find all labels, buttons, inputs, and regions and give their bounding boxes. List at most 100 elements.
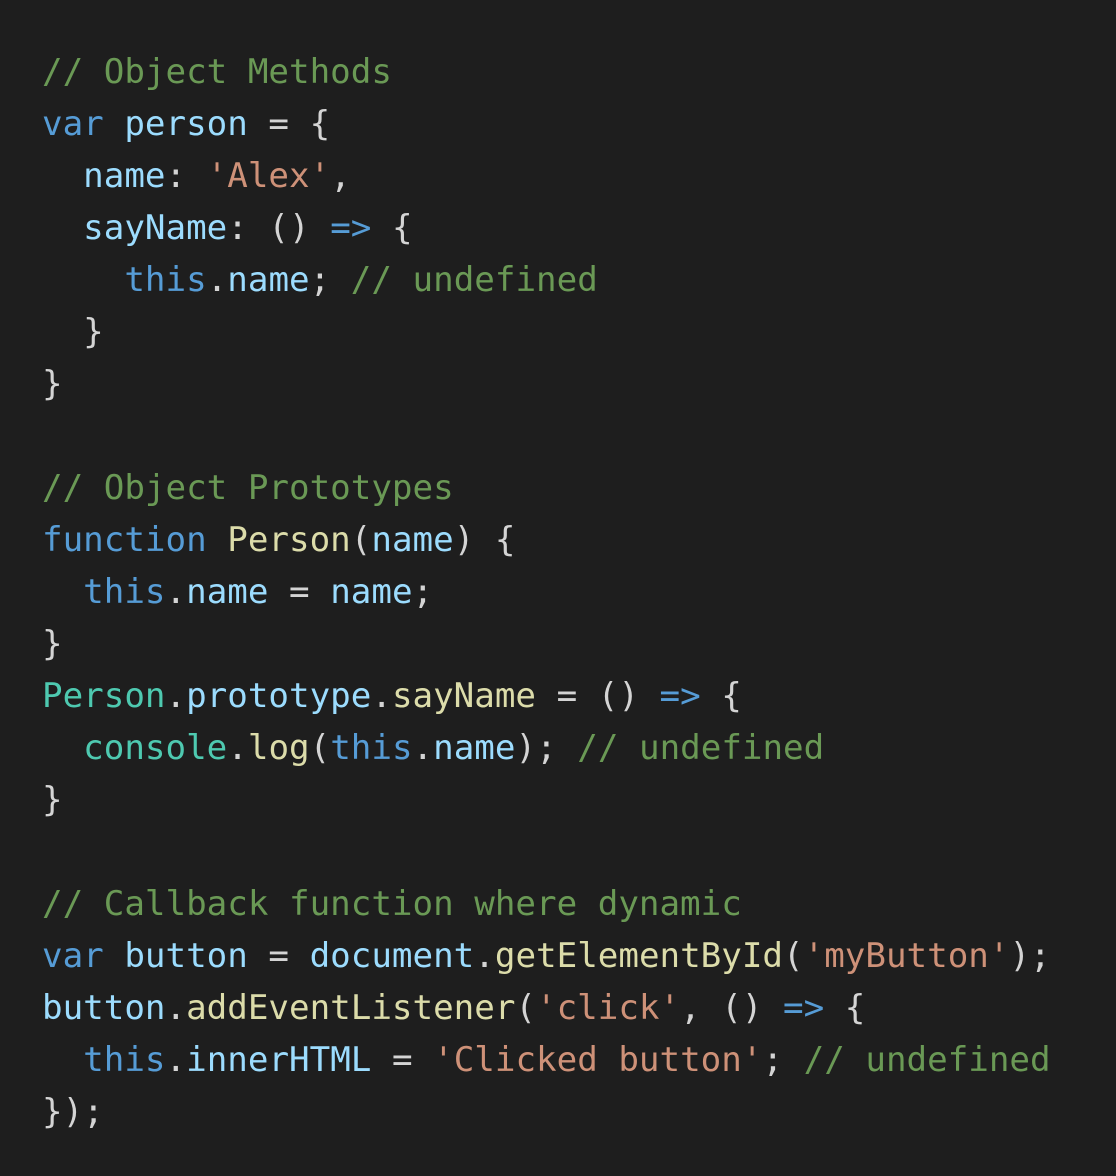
code-token-default: } bbox=[42, 312, 104, 352]
code-token-function: getElementById bbox=[494, 936, 784, 976]
code-token-string: 'Clicked button' bbox=[433, 1040, 763, 1080]
code-token-default: , () bbox=[680, 988, 784, 1028]
code-token-string: 'myButton' bbox=[803, 936, 1010, 976]
code-token-default: . bbox=[165, 676, 187, 716]
code-token-comment: // undefined bbox=[803, 1040, 1051, 1080]
code-token-default bbox=[104, 104, 125, 144]
code-token-default: ); bbox=[1009, 936, 1051, 976]
code-token-default bbox=[104, 936, 125, 976]
code-token-default: ; bbox=[309, 260, 351, 300]
code-line: // Callback function where dynamic bbox=[42, 878, 1116, 930]
code-token-variable: button bbox=[42, 988, 166, 1028]
code-token-default: ; bbox=[412, 572, 434, 612]
code-token-variable: name bbox=[227, 260, 310, 300]
code-line: } bbox=[42, 774, 1116, 826]
code-line: name: 'Alex', bbox=[42, 150, 1116, 202]
code-line: var person = { bbox=[42, 98, 1116, 150]
code-token-function: log bbox=[247, 728, 310, 768]
code-line: console.log(this.name); // undefined bbox=[42, 722, 1116, 774]
code-token-variable: document bbox=[309, 936, 475, 976]
code-token-default: . bbox=[412, 728, 434, 768]
code-token-default: ( bbox=[783, 936, 804, 976]
code-token-default: } bbox=[42, 780, 63, 820]
code-token-default: . bbox=[206, 260, 228, 300]
code-token-default: = bbox=[371, 1040, 434, 1080]
code-token-keyword: var bbox=[42, 936, 104, 976]
code-line: function Person(name) { bbox=[42, 514, 1116, 566]
code-token-default: { bbox=[371, 208, 413, 248]
code-token-variable: name bbox=[433, 728, 516, 768]
code-token-type: console bbox=[83, 728, 228, 768]
code-token-keyword: var bbox=[42, 104, 104, 144]
code-token-function: Person bbox=[227, 520, 351, 560]
code-token-default: } bbox=[42, 624, 63, 664]
code-token-keyword: => bbox=[783, 988, 825, 1028]
code-token-default: . bbox=[474, 936, 495, 976]
code-line: // Object Prototypes bbox=[42, 462, 1116, 514]
code-token-default: ; bbox=[762, 1040, 804, 1080]
code-token-default: . bbox=[165, 1040, 187, 1080]
code-token-keyword: this bbox=[83, 572, 166, 612]
code-token-comment: // Callback function where dynamic bbox=[42, 884, 742, 924]
code-line: } bbox=[42, 306, 1116, 358]
code-token-default: : bbox=[165, 156, 207, 196]
code-token-function: addEventListener bbox=[186, 988, 516, 1028]
code-token-keyword: this bbox=[124, 260, 207, 300]
code-token-comment: // Object Methods bbox=[42, 52, 392, 92]
code-token-variable: sayName bbox=[83, 208, 228, 248]
code-token-function: sayName bbox=[391, 676, 537, 716]
code-token-default: ( bbox=[515, 988, 537, 1028]
code-token-default: , bbox=[330, 156, 351, 196]
code-token-default: = bbox=[268, 572, 331, 612]
code-line: Person.prototype.sayName = () => { bbox=[42, 670, 1116, 722]
code-token-comment: // undefined bbox=[350, 260, 598, 300]
code-token-default: { bbox=[824, 988, 866, 1028]
code-token-default bbox=[42, 572, 83, 612]
code-token-variable: name bbox=[330, 572, 413, 612]
code-token-default: ( bbox=[309, 728, 331, 768]
code-line: var button = document.getElementById('my… bbox=[42, 930, 1116, 982]
code-token-default: = { bbox=[247, 104, 331, 144]
code-token-default: . bbox=[227, 728, 248, 768]
code-token-keyword: function bbox=[42, 520, 207, 560]
code-editor[interactable]: // Object Methods var person = { name: 'A… bbox=[0, 0, 1116, 1176]
code-line: // Object Methods bbox=[42, 46, 1116, 98]
code-token-keyword: => bbox=[330, 208, 372, 248]
code-token-variable: name bbox=[83, 156, 166, 196]
code-token-string: 'click' bbox=[536, 988, 681, 1028]
code-token-keyword: => bbox=[659, 676, 701, 716]
code-token-variable: name bbox=[371, 520, 454, 560]
code-line: this.name; // undefined bbox=[42, 254, 1116, 306]
code-token-default: : () bbox=[227, 208, 331, 248]
code-line: this.innerHTML = 'Clicked button'; // un… bbox=[42, 1034, 1116, 1086]
code-line: } bbox=[42, 618, 1116, 670]
code-token-default: { bbox=[700, 676, 742, 716]
code-token-variable: innerHTML bbox=[186, 1040, 372, 1080]
code-token-default bbox=[42, 208, 83, 248]
code-token-type: Person bbox=[42, 676, 166, 716]
code-token-variable: prototype bbox=[186, 676, 372, 716]
code-token-default: } bbox=[42, 364, 63, 404]
code-token-default bbox=[42, 1040, 83, 1080]
code-token-variable: button bbox=[124, 936, 248, 976]
code-line: }); bbox=[42, 1086, 1116, 1138]
code-token-default bbox=[207, 520, 228, 560]
code-token-comment: // Object Prototypes bbox=[42, 468, 454, 508]
code-token-default bbox=[42, 728, 83, 768]
code-token-default: = () bbox=[536, 676, 660, 716]
code-token-default: ) { bbox=[453, 520, 516, 560]
code-token-default: = bbox=[247, 936, 310, 976]
code-token-default: . bbox=[371, 676, 392, 716]
code-token-default bbox=[42, 260, 124, 300]
code-token-default bbox=[42, 156, 83, 196]
code-token-default: . bbox=[165, 988, 187, 1028]
code-token-keyword: this bbox=[330, 728, 413, 768]
code-line: sayName: () => { bbox=[42, 202, 1116, 254]
code-token-default: . bbox=[165, 572, 187, 612]
code-line: this.name = name; bbox=[42, 566, 1116, 618]
code-token-default: ( bbox=[350, 520, 372, 560]
code-token-comment: // undefined bbox=[577, 728, 825, 768]
code-token-string: 'Alex' bbox=[206, 156, 331, 196]
